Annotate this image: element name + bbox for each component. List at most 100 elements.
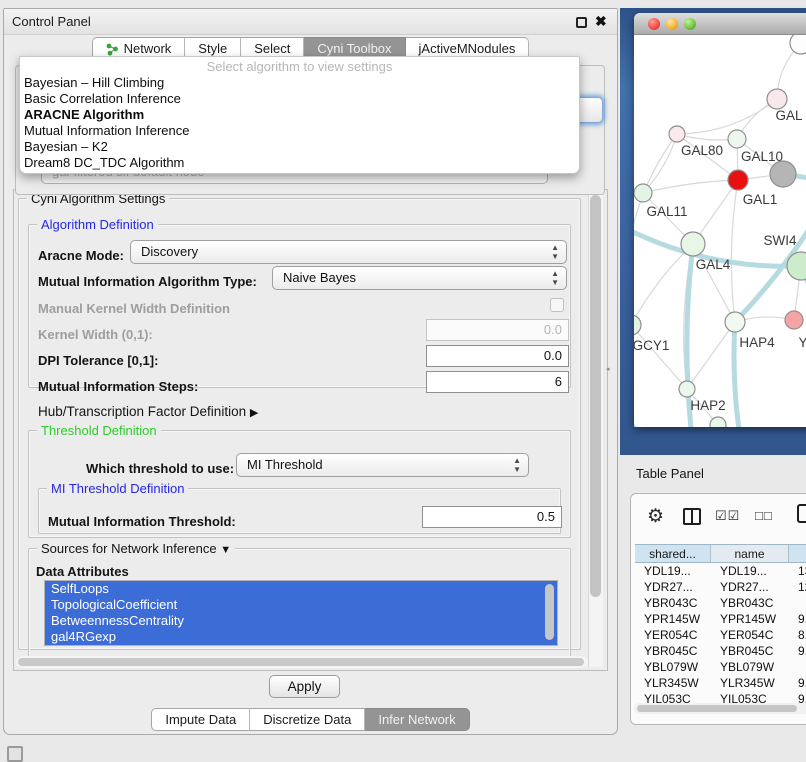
mi-type-combo[interactable]: Naive Bayes ▲▼ [272, 266, 567, 290]
close-traffic-light-icon[interactable] [648, 18, 660, 30]
dropdown-items: Bayesian – Hill ClimbingBasic Correlatio… [20, 75, 579, 171]
table-column-header[interactable] [789, 545, 806, 562]
network-node-label: GCY1 [634, 338, 669, 353]
network-node-gal4[interactable] [681, 232, 705, 256]
settings-vscrollbar-thumb[interactable] [590, 195, 601, 597]
table-column-header[interactable]: name [711, 545, 789, 562]
bottom-tab-discretize-data[interactable]: Discretize Data [250, 708, 365, 731]
network-node-gal1_red[interactable] [728, 170, 748, 190]
hub-definition-toggle[interactable]: Hub/Transcription Factor Definition ▶ [38, 404, 258, 419]
dropdown-item[interactable]: Mutual Information Inference [20, 123, 579, 139]
list-scrollbar-thumb[interactable] [545, 584, 554, 640]
table-row[interactable]: YDR27...YDR27...12 [635, 579, 806, 595]
table-cell: 9. [789, 691, 806, 703]
network-node-gcy1[interactable] [634, 315, 641, 335]
algorithm-definition-legend: Algorithm Definition [37, 217, 158, 232]
sources-legend-text: Sources for Network Inference [41, 541, 217, 556]
dropdown-item[interactable]: Dream8 DC_TDC Algorithm [20, 155, 579, 171]
network-node-gray1[interactable] [770, 161, 796, 187]
settings-hscrollbar-thumb[interactable] [18, 658, 584, 666]
table-cell: YLR345W [635, 675, 711, 691]
minimize-traffic-light-icon[interactable] [666, 18, 678, 30]
dropdown-item[interactable]: Bayesian – Hill Climbing [20, 75, 579, 91]
table-cell: YBR045C [711, 643, 789, 659]
table-cell: 9. [789, 675, 806, 691]
attribute-list-item[interactable]: SelfLoops [45, 581, 557, 597]
table-cell: YIL053C [711, 691, 789, 703]
bottom-tabbar: Impute DataDiscretize DataInfer Network [4, 708, 617, 731]
network-node-gal11[interactable] [634, 184, 652, 202]
control-panel-titlebar[interactable]: Control Panel ✖ [4, 9, 617, 35]
dropdown-item[interactable]: Bayesian – K2 [20, 139, 579, 155]
network-canvas[interactable]: GALGAL80GAL10GAL1GAL11GAL4SWI4GCY1HAP4YH… [634, 35, 806, 427]
table-cell: YPR145W [635, 611, 711, 627]
mi-steps-label: Mutual Information Steps: [38, 379, 198, 394]
bottom-tab-infer-network[interactable]: Infer Network [365, 708, 469, 731]
network-node-hap4[interactable] [725, 312, 745, 332]
table-header-row: shared...name [635, 544, 806, 563]
network-edge[interactable] [643, 134, 677, 193]
network-node-bottom1[interactable] [710, 417, 726, 427]
attribute-list-item[interactable]: gal4RGexp [45, 629, 557, 645]
table-row[interactable]: YBR043CYBR043C [635, 595, 806, 611]
data-attributes-list[interactable]: SelfLoopsTopologicalCoefficientBetweenne… [44, 580, 558, 646]
kernel-width-field[interactable]: 0.0 [426, 319, 569, 341]
apply-button[interactable]: Apply [269, 675, 340, 698]
network-edge[interactable] [687, 322, 735, 389]
network-window-titlebar[interactable] [634, 13, 806, 35]
table-hscrollbar-thumb[interactable] [637, 705, 797, 712]
bottom-tab-impute-data[interactable]: Impute Data [151, 708, 250, 731]
close-icon[interactable]: ✖ [595, 13, 607, 30]
network-edge[interactable] [677, 99, 777, 134]
network-node-top_partial[interactable] [790, 35, 806, 54]
attribute-list-item[interactable]: TopologicalCoefficient [45, 597, 557, 613]
zoom-traffic-light-icon[interactable] [684, 18, 696, 30]
dropdown-item[interactable]: ARACNE Algorithm [20, 107, 579, 123]
gear-icon[interactable]: ⚙ [647, 505, 664, 528]
table-cell: YDR27... [635, 579, 711, 595]
network-edge[interactable] [731, 180, 738, 322]
which-threshold-combo[interactable]: MI Threshold ▲▼ [236, 453, 529, 477]
mi-type-label: Mutual Information Algorithm Type: [38, 274, 257, 289]
columns-icon[interactable] [683, 508, 701, 525]
table-cell: 9. [789, 643, 806, 659]
table-row[interactable]: YBL079WYBL079W [635, 659, 806, 675]
table-row[interactable]: YLR345WYLR345W9. [635, 675, 806, 691]
mi-steps-field[interactable]: 6 [426, 371, 569, 393]
attribute-list-item[interactable]: BetweennessCentrality [45, 613, 557, 629]
collapsed-window-icon[interactable] [7, 746, 23, 762]
combo-stepper-icon: ▲▼ [513, 456, 521, 474]
table-row[interactable]: YIL053CYIL053C9. [635, 691, 806, 703]
mi-threshold-field[interactable]: 0.5 [422, 506, 562, 528]
float-window-icon[interactable] [576, 17, 587, 28]
clear-checkboxes-icon[interactable]: □□ [755, 508, 773, 523]
network-icon [106, 42, 119, 56]
network-node-salmon1[interactable] [785, 311, 803, 329]
table-body: YDL19...YDL19...13YDR27...YDR27...12YBR0… [635, 563, 806, 703]
network-node-gal80[interactable] [669, 126, 685, 142]
dpi-tolerance-field[interactable]: 0.0 [426, 345, 569, 367]
table-row[interactable]: YER054CYER054C8. [635, 627, 806, 643]
network-node-gal10[interactable] [728, 130, 746, 148]
network-edge[interactable] [634, 134, 677, 325]
table-row[interactable]: YDL19...YDL19...13 [635, 563, 806, 579]
network-node-pink_top[interactable] [767, 89, 787, 109]
aracne-mode-label: Aracne Mode: [38, 248, 124, 263]
table-row[interactable]: YPR145WYPR145W9. [635, 611, 806, 627]
table-cell: YBR043C [711, 595, 789, 611]
network-edge[interactable] [643, 180, 738, 193]
network-edge[interactable] [634, 407, 679, 427]
select-all-checkboxes-icon[interactable]: ☑☑ [715, 508, 740, 524]
table-column-header[interactable]: shared... [635, 545, 711, 562]
table-row[interactable]: YBR045CYBR045C9. [635, 643, 806, 659]
dropdown-item[interactable]: Basic Correlation Inference [20, 91, 579, 107]
network-node-hap2[interactable] [679, 381, 695, 397]
network-node-label: GAL4 [696, 257, 731, 272]
splitpane-handle-icon[interactable]: ◂ [606, 365, 612, 374]
network-edge[interactable] [634, 325, 687, 389]
aracne-mode-combo[interactable]: Discovery ▲▼ [130, 240, 567, 264]
sources-legend[interactable]: Sources for Network Inference ▼ [37, 541, 235, 556]
export-table-icon[interactable] [797, 504, 806, 523]
manual-kernel-checkbox[interactable] [550, 298, 564, 312]
which-threshold-label: Which threshold to use: [86, 461, 234, 476]
